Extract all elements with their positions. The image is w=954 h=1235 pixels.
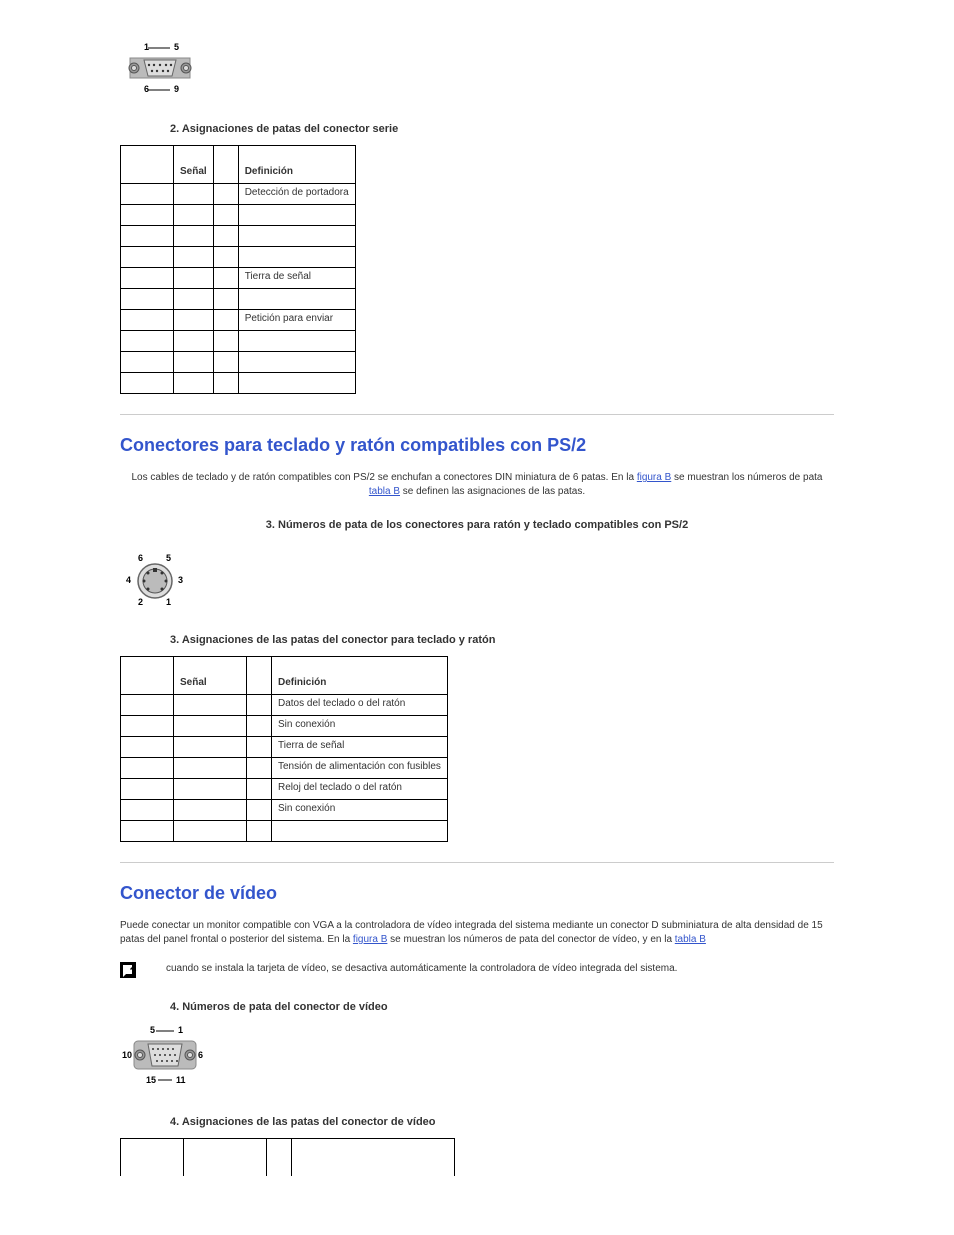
table-row: Detección de portadora: [121, 184, 356, 205]
table-row: [121, 247, 356, 268]
divider: [120, 862, 834, 863]
video-pin-table: [120, 1138, 455, 1176]
svg-text:1: 1: [178, 1025, 183, 1035]
video-figure-caption: 4. Números de pata del conector de vídeo: [170, 1001, 834, 1013]
svg-text:1: 1: [166, 597, 171, 607]
table-row: Tierra de señal: [121, 737, 448, 758]
table-header-signal: Señal: [174, 146, 214, 184]
note-text: cuando se instala la tarjeta de vídeo, s…: [166, 962, 677, 976]
svg-text:10: 10: [122, 1050, 132, 1060]
video-intro: Puede conectar un monitor compatible con…: [120, 919, 834, 947]
note-block: cuando se instala la tarjeta de vídeo, s…: [120, 962, 834, 981]
svg-text:4: 4: [126, 575, 131, 585]
divider: [120, 414, 834, 415]
svg-text:6: 6: [198, 1050, 203, 1060]
table-header-signal: Señal: [174, 657, 247, 695]
video-table-link[interactable]: tabla B: [675, 934, 706, 945]
svg-text:1: 1: [144, 42, 149, 52]
serial-table-caption: 2. Asignaciones de patas del conector se…: [170, 123, 834, 135]
ps2-pin-table: Señal Definición Datos del teclado o del…: [120, 656, 448, 842]
ps2-figure-caption: 3. Números de pata de los conectores par…: [120, 519, 834, 531]
table-row: Sin conexión: [121, 800, 448, 821]
svg-text:6: 6: [138, 553, 143, 563]
video-heading: Conector de vídeo: [120, 883, 834, 904]
table-row: [121, 289, 356, 310]
table-row: [121, 373, 356, 394]
table-row: Reloj del teclado o del ratón: [121, 779, 448, 800]
table-row: [121, 352, 356, 373]
table-row: Tensión de alimentación con fusibles: [121, 758, 448, 779]
table-row: [121, 821, 448, 842]
video-table-caption: 4. Asignaciones de las patas del conecto…: [170, 1116, 834, 1128]
ps2-connector-figure: 6 5 4 3 2 1: [120, 551, 834, 614]
ps2-heading: Conectores para teclado y ratón compatib…: [120, 435, 834, 456]
svg-text:5: 5: [174, 42, 179, 52]
table-header-definition: Definición: [272, 657, 448, 695]
svg-text:6: 6: [144, 84, 149, 94]
table-row: Petición para enviar: [121, 310, 356, 331]
video-figure-link[interactable]: figura B: [353, 934, 387, 945]
vga-connector-figure: 5 1 10 6 15 11: [120, 1023, 834, 1096]
table-row: Sin conexión: [121, 716, 448, 737]
serial-connector-figure: 1 5 6 9: [120, 40, 834, 103]
ps2-table-caption: 3. Asignaciones de las patas del conecto…: [170, 634, 834, 646]
svg-text:2: 2: [138, 597, 143, 607]
ps2-table-link[interactable]: tabla B: [369, 486, 400, 497]
note-icon: [120, 962, 136, 981]
table-row: Tierra de señal: [121, 268, 356, 289]
svg-text:11: 11: [176, 1075, 186, 1085]
table-row: [121, 331, 356, 352]
svg-text:3: 3: [178, 575, 183, 585]
table-header-definition: Definición: [238, 146, 355, 184]
svg-text:15: 15: [146, 1075, 156, 1085]
svg-text:5: 5: [166, 553, 171, 563]
svg-text:5: 5: [150, 1025, 155, 1035]
ps2-intro: Los cables de teclado y de ratón compati…: [120, 471, 834, 499]
ps2-figure-link[interactable]: figura B: [637, 472, 671, 483]
table-row: [121, 226, 356, 247]
table-row: Datos del teclado o del ratón: [121, 695, 448, 716]
svg-text:9: 9: [174, 84, 179, 94]
table-row: [121, 205, 356, 226]
serial-pin-table: Señal Definición Detección de portadora …: [120, 145, 356, 394]
